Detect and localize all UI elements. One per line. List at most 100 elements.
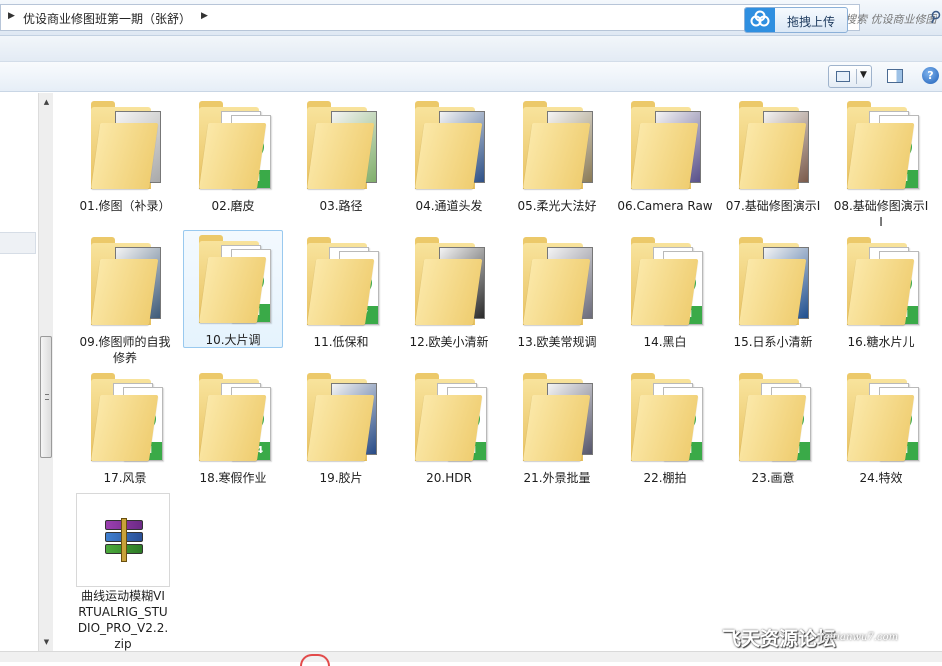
scroll-thumb[interactable] xyxy=(40,336,52,458)
folder-item[interactable]: MP4 18.寒假作业 xyxy=(183,369,283,489)
folder-name: 06.Camera Raw xyxy=(617,199,713,213)
scroll-up-icon[interactable]: ▲ xyxy=(39,94,54,110)
folder-name: 24.特效 xyxy=(859,471,903,485)
folder-item[interactable]: AVI 16.糖水片儿 xyxy=(831,233,931,353)
folder-item[interactable]: 04.通道头发 xyxy=(399,97,499,217)
folder-icon: AVI xyxy=(193,97,273,197)
folder-item[interactable]: 09.修图师的自我修养 xyxy=(75,233,175,369)
folder-item[interactable]: 03.路径 xyxy=(291,97,391,217)
folder-icon: MP4 xyxy=(193,369,273,469)
folder-name: 18.寒假作业 xyxy=(199,471,267,485)
zip-file-name: 曲线运动模糊VIRTUALRIG_STUDIO_PRO_V2.2.zip xyxy=(77,589,169,651)
folder-item[interactable]: AVI08.基础修图演示II xyxy=(831,97,931,233)
folder-item[interactable]: AVI 14.黑白 xyxy=(615,233,715,353)
folder-name: 16.糖水片儿 xyxy=(847,335,915,349)
folder-item[interactable]: AVI 02.磨皮 xyxy=(183,97,283,217)
folder-item[interactable]: 13.欧美常规调 xyxy=(507,233,607,353)
folder-name: 02.磨皮 xyxy=(211,199,255,213)
view-icon xyxy=(836,71,850,82)
folder-icon: AVI xyxy=(625,233,705,333)
status-strip xyxy=(0,651,942,662)
menu-bar xyxy=(0,36,942,62)
folder-item[interactable]: 15.日系小清新 xyxy=(723,233,823,353)
folder-icon xyxy=(517,97,597,197)
folder-item[interactable]: 19.胶片 xyxy=(291,369,391,489)
folder-icon: AVI xyxy=(193,231,273,331)
nav-selected-item[interactable] xyxy=(0,232,36,254)
folder-icon: AVI xyxy=(733,369,813,469)
folder-name: 17.风景 xyxy=(103,471,147,485)
folder-icon xyxy=(301,97,381,197)
folder-item[interactable]: AVI 24.特效 xyxy=(831,369,931,489)
folder-item[interactable]: 05.柔光大法好 xyxy=(507,97,607,217)
grip-icon xyxy=(45,394,49,400)
folder-name: 04.通道头发 xyxy=(415,199,483,213)
zip-file-item[interactable]: 曲线运动模糊VIRTUALRIG_STUDIO_PRO_V2.2.zip xyxy=(75,493,171,651)
folder-icon xyxy=(409,97,489,197)
folder-name: 01.修图（补录） xyxy=(79,199,171,213)
folder-name: 12.欧美小清新 xyxy=(409,335,489,349)
preview-pane-icon[interactable] xyxy=(887,69,903,83)
folder-item[interactable]: 21.外景批量 xyxy=(507,369,607,489)
change-view-button[interactable]: ▼ xyxy=(828,65,872,88)
folder-icon: AVI xyxy=(409,369,489,469)
folder-name: 22.棚拍 xyxy=(643,471,687,485)
folder-name: 07.基础修图演示I xyxy=(725,199,821,213)
folder-item[interactable]: AVI 17.风景 xyxy=(75,369,175,489)
breadcrumb-segment[interactable]: 优设商业修图班第一期（张舒） xyxy=(23,10,191,27)
navigation-pane xyxy=(0,93,38,651)
search-icon[interactable] xyxy=(931,10,941,24)
folder-name: 08.基础修图演示II xyxy=(833,199,929,229)
folder-icon xyxy=(625,97,705,197)
scroll-down-icon[interactable]: ▼ xyxy=(39,634,54,650)
folder-icon xyxy=(733,97,813,197)
address-field[interactable]: ▶ 优设商业修图班第一期（张舒） ▶ xyxy=(0,4,860,31)
address-bar: ▶ 优设商业修图班第一期（张舒） ▶ 搜索 优设商业修图班... 拖拽上传 xyxy=(0,0,942,36)
winrar-archive-icon xyxy=(76,493,170,587)
folder-icon: AVI xyxy=(85,369,165,469)
folder-icon xyxy=(301,369,381,469)
folder-name: 05.柔光大法好 xyxy=(517,199,597,213)
folder-item[interactable]: 06.Camera Raw xyxy=(615,97,715,217)
folder-item[interactable]: AVI 22.棚拍 xyxy=(615,369,715,489)
cloud-icon xyxy=(745,8,775,32)
folder-item[interactable]: AVI 20.HDR xyxy=(399,369,499,489)
folder-icon xyxy=(517,369,597,469)
drag-upload-button[interactable]: 拖拽上传 xyxy=(744,7,848,33)
folder-icon: AVI xyxy=(841,97,921,197)
drag-upload-label: 拖拽上传 xyxy=(787,15,836,29)
folder-icon: AVI xyxy=(841,369,921,469)
folder-name: 10.大片调 xyxy=(205,333,261,347)
divider xyxy=(856,69,857,84)
folder-icon xyxy=(85,233,165,333)
folder-icon: AVI xyxy=(625,369,705,469)
folder-item[interactable]: AVI 23.画意 xyxy=(723,369,823,489)
folder-icon xyxy=(85,97,165,197)
folder-item[interactable]: MV 11.低保和 xyxy=(291,233,391,353)
folder-name: 19.胶片 xyxy=(319,471,363,485)
nav-scrollbar[interactable]: ▲ ▼ xyxy=(38,93,53,651)
folder-name: 21.外景批量 xyxy=(523,471,591,485)
folder-item[interactable]: 07.基础修图演示I xyxy=(723,97,823,217)
folder-name: 03.路径 xyxy=(319,199,363,213)
breadcrumb-root-arrow[interactable]: ▶ xyxy=(8,11,15,21)
folder-name: 13.欧美常规调 xyxy=(517,335,597,349)
folder-icon: MV xyxy=(301,233,381,333)
folder-item[interactable]: AVI 10.大片调 xyxy=(183,230,283,348)
chevron-down-icon[interactable]: ▼ xyxy=(860,70,867,80)
folder-icon: AVI xyxy=(841,233,921,333)
folder-name: 14.黑白 xyxy=(643,335,687,349)
folder-item[interactable]: 12.欧美小清新 xyxy=(399,233,499,353)
watermark-url: feitianwu7.com xyxy=(820,632,899,643)
folder-name: 09.修图师的自我修养 xyxy=(79,335,171,365)
watermark-text: 飞天资源论坛 xyxy=(722,628,837,650)
folder-icon xyxy=(409,233,489,333)
search-input[interactable]: 搜索 优设商业修图班... xyxy=(845,11,937,27)
breadcrumb-arrow[interactable]: ▶ xyxy=(201,11,208,21)
folder-item[interactable]: 01.修图（补录） xyxy=(75,97,175,217)
folder-name: 15.日系小清新 xyxy=(733,335,813,349)
folder-icon xyxy=(517,233,597,333)
folder-name: 23.画意 xyxy=(751,471,795,485)
help-icon[interactable]: ? xyxy=(922,67,939,84)
red-mark-icon xyxy=(300,654,330,666)
